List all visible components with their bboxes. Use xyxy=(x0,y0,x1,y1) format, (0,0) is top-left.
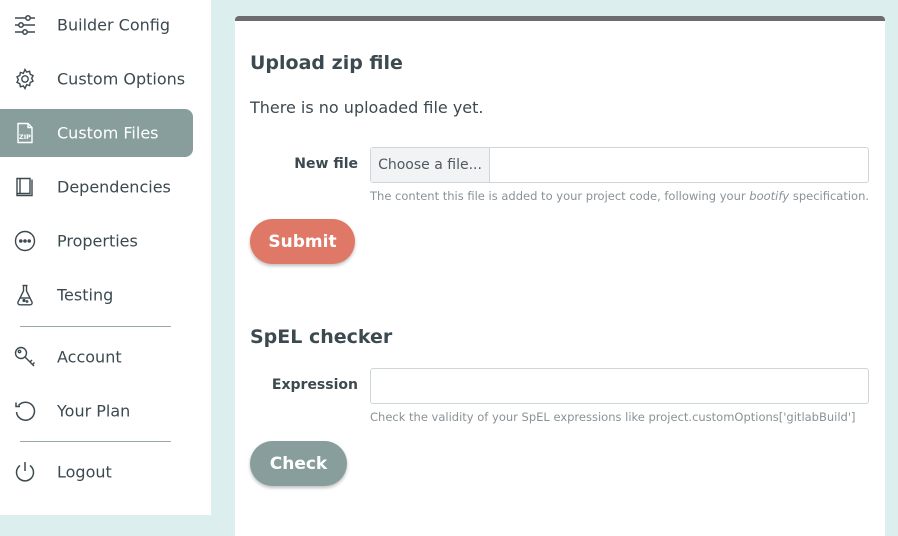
sliders-icon xyxy=(13,13,37,37)
flask-icon xyxy=(13,283,37,307)
sidebar-item-your-plan[interactable]: Your Plan xyxy=(0,387,193,435)
upload-section-title: Upload zip file xyxy=(250,52,403,74)
sidebar-item-builder-config[interactable]: Builder Config xyxy=(0,1,193,49)
sidebar-item-label: Custom Options xyxy=(57,69,186,89)
sidebar-divider xyxy=(20,326,171,327)
upload-help-text: The content this file is added to your p… xyxy=(370,189,870,203)
new-file-label: New file xyxy=(294,156,358,172)
file-input[interactable]: Choose a file... xyxy=(370,147,869,183)
spel-help-text: Check the validity of your SpEL expressi… xyxy=(370,410,856,424)
choose-file-button[interactable]: Choose a file... xyxy=(371,148,490,182)
check-button[interactable]: Check xyxy=(250,441,347,486)
more-circle-icon xyxy=(13,229,37,253)
sidebar-item-label: Dependencies xyxy=(57,177,171,197)
expression-label: Expression xyxy=(271,377,358,393)
power-icon xyxy=(13,460,37,484)
sidebar-item-properties[interactable]: Properties xyxy=(0,217,193,265)
sidebar-item-dependencies[interactable]: Dependencies xyxy=(0,163,193,211)
expression-input[interactable] xyxy=(370,368,869,404)
refresh-icon xyxy=(13,399,37,423)
submit-button[interactable]: Submit xyxy=(250,219,355,264)
key-icon xyxy=(13,345,37,369)
main-card: Upload zip file There is no uploaded fil… xyxy=(235,16,885,536)
upload-status-text: There is no uploaded file yet. xyxy=(250,98,484,117)
svg-text:ZIP: ZIP xyxy=(19,133,31,141)
sidebar-item-custom-options[interactable]: Custom Options xyxy=(0,55,193,103)
zip-file-icon: ZIP xyxy=(13,121,37,145)
sidebar-item-label: Custom Files xyxy=(57,123,159,143)
sidebar: Builder Config Custom Options ZIP Custom… xyxy=(0,0,211,515)
sidebar-item-label: Testing xyxy=(57,285,114,305)
gear-icon xyxy=(13,67,37,91)
sidebar-item-label: Properties xyxy=(57,231,138,251)
sidebar-item-logout[interactable]: Logout xyxy=(0,448,193,496)
book-icon xyxy=(13,175,37,199)
sidebar-item-testing[interactable]: Testing xyxy=(0,271,193,319)
sidebar-item-account[interactable]: Account xyxy=(0,333,193,381)
sidebar-item-label: Logout xyxy=(57,462,112,482)
sidebar-divider xyxy=(20,441,171,442)
spel-section-title: SpEL checker xyxy=(250,326,393,348)
sidebar-item-custom-files[interactable]: ZIP Custom Files xyxy=(0,109,193,157)
sidebar-item-label: Builder Config xyxy=(57,15,171,35)
sidebar-item-label: Your Plan xyxy=(57,401,131,421)
sidebar-item-label: Account xyxy=(57,347,122,367)
